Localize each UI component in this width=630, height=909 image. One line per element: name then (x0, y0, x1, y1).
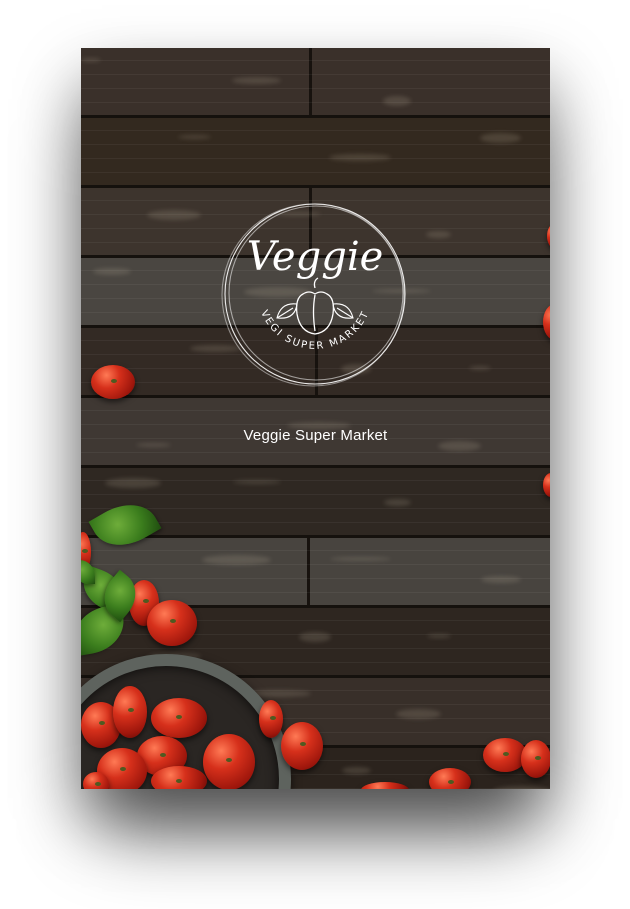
plank-seam (309, 48, 312, 115)
wood-scuff (383, 96, 411, 106)
wood-grain (81, 130, 550, 131)
wood-scuff (233, 480, 281, 484)
tomato-stem (110, 379, 117, 384)
wood-scuff (469, 366, 491, 370)
tomato-stem (502, 752, 509, 757)
wood-scuff (202, 555, 271, 565)
tomato (83, 772, 109, 789)
tomato (113, 686, 147, 738)
wood-scuff (93, 268, 131, 275)
wood-scuff (147, 210, 201, 220)
tomato (281, 722, 323, 770)
wood-scuff (427, 634, 451, 638)
wood-grain (81, 452, 550, 453)
app-logo: Veggie VEGI SUPER MARKET (221, 203, 406, 387)
wood-grain (81, 550, 550, 551)
tomato (151, 698, 207, 738)
wood-grain (81, 410, 550, 411)
wood-scuff (81, 58, 101, 62)
wood-grain (81, 158, 550, 159)
tomato (91, 365, 135, 399)
tomato-stem (159, 752, 166, 757)
wood-plank (81, 48, 550, 118)
wood-grain (81, 88, 550, 89)
tomato-stem (534, 755, 541, 760)
tomato-stem (119, 767, 126, 772)
tomato (429, 768, 471, 789)
wood-scuff (330, 557, 391, 561)
tomato-stem (299, 742, 306, 747)
wood-scuff (299, 632, 331, 642)
tomato-stem (142, 599, 149, 604)
wood-grain (81, 648, 550, 649)
tomato-stem (269, 715, 276, 720)
wood-grain (81, 60, 550, 61)
wood-plank (81, 118, 550, 188)
tomato (151, 766, 207, 789)
tomato-stem (226, 757, 233, 762)
wood-grain (81, 564, 550, 565)
wood-grain (81, 74, 550, 75)
tomato-stem (169, 619, 176, 624)
pepper-icon (295, 277, 335, 335)
tomato (521, 740, 550, 778)
wood-scuff (232, 77, 281, 84)
wood-grain (81, 494, 550, 495)
wood-grain (81, 508, 550, 509)
tomato-stem (447, 779, 454, 784)
logo-script-text: Veggie (247, 234, 384, 280)
plank-seam (307, 538, 310, 605)
tomato-stem (176, 714, 183, 719)
splash-screen: Veggie VEGI SUPER MARKET Veggie Super Ma… (81, 48, 550, 789)
wood-grain (81, 578, 550, 579)
wood-scuff (493, 786, 550, 789)
tomato-stem (99, 721, 105, 726)
wood-grain (81, 144, 550, 145)
leaf-icon (276, 303, 354, 319)
wood-scuff (480, 133, 521, 143)
tomato (147, 600, 197, 646)
wood-scuff (481, 576, 521, 583)
tomato (203, 734, 255, 789)
wood-grain (81, 102, 550, 103)
tomato (259, 700, 283, 738)
wood-scuff (384, 499, 411, 506)
tomato-stem (176, 778, 183, 783)
wood-scuff (426, 231, 451, 238)
wood-scuff (178, 135, 211, 139)
tomato-stem (128, 707, 135, 712)
wood-scuff (329, 154, 391, 161)
wood-grain (81, 172, 550, 173)
wood-scuff (105, 478, 161, 488)
tomato-stem (94, 782, 101, 787)
tomato-stem (82, 548, 89, 553)
app-tagline: Veggie Super Market (243, 427, 388, 444)
wood-scuff (396, 709, 441, 719)
wood-scuff (342, 767, 371, 774)
